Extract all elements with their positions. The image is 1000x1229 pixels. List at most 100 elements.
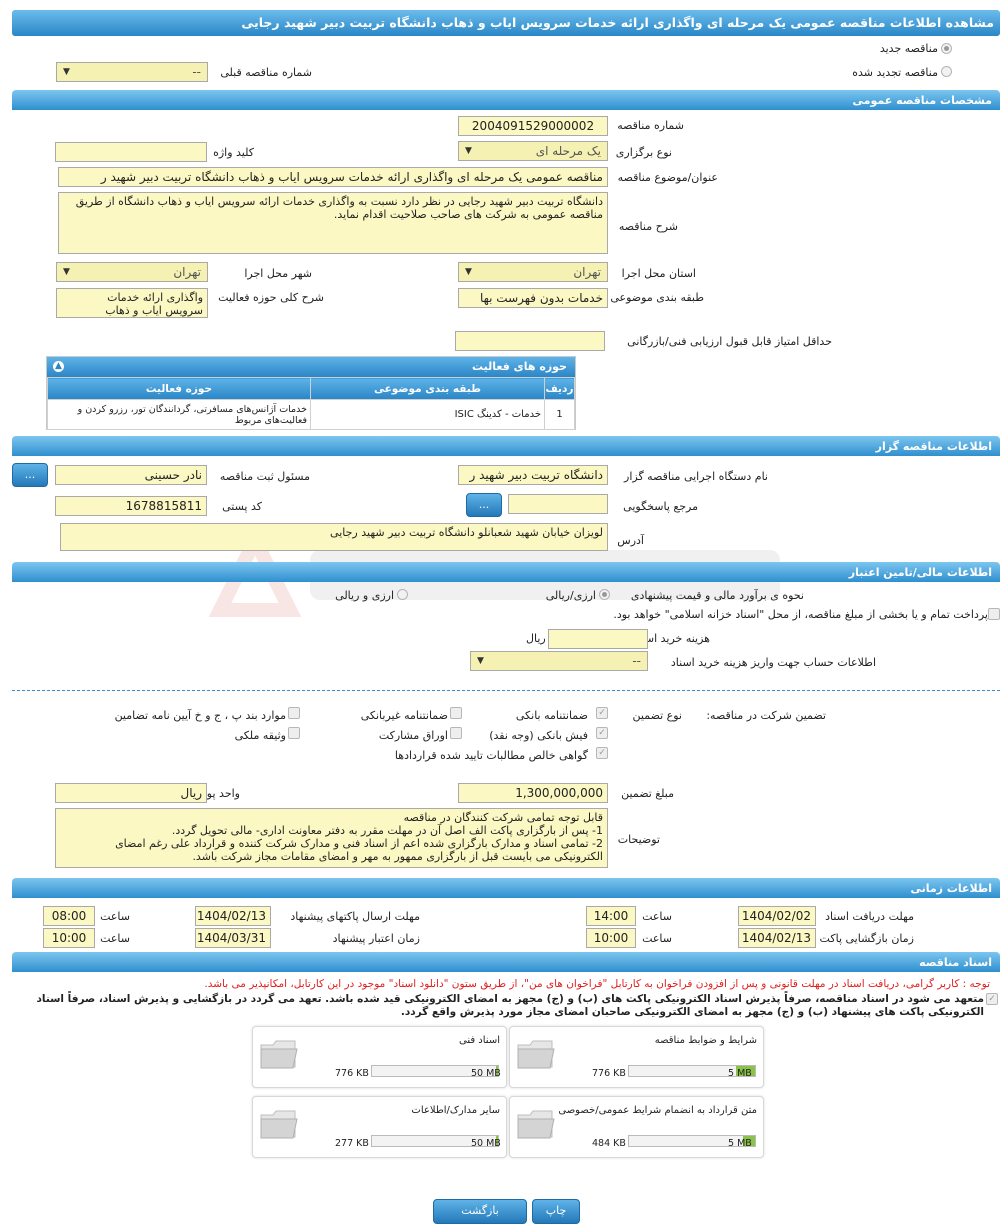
notes-field[interactable]: قابل توجه تمامی شرکت کنندگان در مناقصه 1… — [55, 808, 608, 868]
document-name: متن قرارداد به انضمام شرایط عمومی/خصوصی — [558, 1105, 757, 1116]
cash-checkbox[interactable]: ✓ — [596, 727, 608, 739]
prev-tender-select[interactable]: -- ▼ — [56, 62, 208, 82]
open-date-field[interactable]: 1404/02/13 — [738, 928, 816, 948]
validity-time-field[interactable]: 10:00 — [43, 928, 95, 948]
activity-desc-label: شرح کلی حوزه فعالیت — [218, 291, 324, 304]
radio-rial-label: ارزی/ریالی — [545, 589, 596, 602]
guarantee-type-label: نوع تضمین — [632, 709, 682, 722]
estimate-label: نحوه ی برآورد مالی و قیمت پیشنهادی — [630, 589, 804, 602]
chevron-down-icon: ▼ — [63, 267, 70, 277]
account-select[interactable]: -- ▼ — [470, 651, 648, 671]
desc-field[interactable]: دانشگاه تربیت دبیر شهید رجایی در نظر دار… — [58, 192, 608, 254]
province-select[interactable]: تهران ▼ — [458, 262, 608, 282]
activity-desc-field[interactable]: واگذاری ارائه خدمات سرویس ایاب و ذهاب — [56, 288, 208, 318]
folder-icon — [260, 1040, 298, 1069]
city-select[interactable]: تهران ▼ — [56, 262, 208, 282]
property-checkbox[interactable] — [288, 727, 300, 739]
bonds-checkbox[interactable] — [450, 727, 462, 739]
current-size: 776 KB — [335, 1068, 369, 1079]
activities-panel: حوزه های فعالیت ▲ ردیف طبقه بندی موضوعی … — [46, 356, 576, 430]
receive-date-field[interactable]: 1404/02/02 — [738, 906, 816, 926]
col-index: ردیف — [544, 377, 575, 400]
org-field[interactable]: دانشگاه تربیت دبیر شهید ر — [458, 465, 608, 485]
document-card[interactable]: متن قرارداد به انضمام شرایط عمومی/خصوصی 5… — [509, 1096, 764, 1158]
address-label: آدرس — [617, 534, 644, 547]
document-card[interactable]: اسناد فنی 50 MB 776 KB — [252, 1026, 507, 1088]
page-title: مشاهده اطلاعات مناقصه عمومی یک مرحله ای … — [12, 10, 1000, 36]
prev-tender-label: شماره مناقصه قبلی — [220, 66, 312, 79]
validity-date-field[interactable]: 1404/03/31 — [195, 928, 271, 948]
document-card[interactable]: سایر مدارک/اطلاعات 50 MB 277 KB — [252, 1096, 507, 1158]
postal-field[interactable]: 1678815811 — [55, 496, 207, 516]
document-card[interactable]: شرایط و ضوابط مناقصه 5 MB 776 KB — [509, 1026, 764, 1088]
address-field[interactable]: لویزان خیابان شهید شعبانلو دانشگاه تربیت… — [60, 523, 608, 551]
subject-field[interactable]: مناقصه عمومی یک مرحله ای واگذاری ارائه خ… — [58, 167, 608, 187]
row-category: خدمات - کدینگ ISIC — [310, 399, 545, 430]
current-size: 277 KB — [335, 1138, 369, 1149]
receive-time-field[interactable]: 14:00 — [586, 906, 636, 926]
holding-type-label: نوع برگزاری — [615, 146, 672, 159]
radio-renewed-label: مناقصه تجدید شده — [852, 66, 938, 79]
bpjk-label: موارد بند پ ، ج و خ آیین نامه تضامین — [114, 709, 286, 722]
document-name: اسناد فنی — [459, 1035, 500, 1046]
bank-guarantee-label: ضمانتنامه بانکی — [515, 709, 588, 722]
activities-table: ردیف طبقه بندی موضوعی حوزه فعالیت 1 خدما… — [47, 377, 575, 430]
claims-checkbox[interactable]: ✓ — [596, 747, 608, 759]
current-size: 776 KB — [592, 1068, 626, 1079]
radio-rial[interactable] — [599, 589, 610, 600]
radio-new-label: مناقصه جدید — [879, 42, 938, 55]
radio-new-tender[interactable] — [941, 43, 952, 54]
documents-header: اسناد مناقصه — [12, 952, 1000, 972]
max-size: 5 MB — [728, 1068, 752, 1079]
postal-label: کد پستی — [222, 500, 262, 513]
send-time-field[interactable]: 08:00 — [43, 906, 95, 926]
send-deadline-label: مهلت ارسال پاکتهای پیشنهاد — [290, 910, 420, 923]
tender-no-field[interactable]: 2004091529000002 — [458, 116, 608, 136]
min-score-field[interactable] — [455, 331, 605, 351]
document-name: سایر مدارک/اطلاعات — [411, 1105, 500, 1116]
registrar-label: مسئول ثبت مناقصه — [219, 470, 310, 483]
open-label: زمان بازگشایی پاکت ها — [806, 932, 914, 945]
finance-header: اطلاعات مالی/تامین اعتبار — [12, 562, 1000, 582]
receive-time-label: ساعت — [642, 910, 672, 923]
province-label: استان محل اجرا — [621, 267, 696, 280]
commitment-checkbox[interactable]: ✓ — [986, 993, 998, 1005]
radio-renewed-tender[interactable] — [941, 66, 952, 77]
folder-icon — [517, 1040, 555, 1069]
radio-fx[interactable] — [397, 589, 408, 600]
open-time-label: ساعت — [642, 932, 672, 945]
print-button[interactable]: چاپ — [532, 1199, 580, 1224]
treasury-label: پرداخت تمام و یا بخشی از مبلغ مناقصه، از… — [613, 608, 988, 621]
keyword-field[interactable] — [55, 142, 207, 162]
send-date-field[interactable]: 1404/02/13 — [195, 906, 271, 926]
current-size: 484 KB — [592, 1138, 626, 1149]
registrar-field[interactable]: نادر حسینی — [55, 465, 207, 485]
chevron-down-icon: ▼ — [465, 267, 472, 277]
holding-type-select[interactable]: یک مرحله ای ▼ — [458, 141, 608, 161]
open-time-field[interactable]: 10:00 — [586, 928, 636, 948]
col-category: طبقه بندی موضوعی — [310, 377, 545, 400]
registrar-more-button[interactable]: ... — [12, 463, 48, 487]
document-name: شرایط و ضوابط مناقصه — [654, 1035, 757, 1046]
doc-cost-unit: ریال — [526, 632, 546, 645]
bonds-label: اوراق مشارکت — [378, 729, 448, 742]
ref-field[interactable] — [508, 494, 608, 514]
treasury-checkbox[interactable] — [988, 608, 1000, 620]
amount-label: مبلغ تضمین — [621, 787, 674, 800]
bank-guarantee-checkbox[interactable]: ✓ — [596, 707, 608, 719]
category-field[interactable]: خدمات بدون فهرست بها — [458, 288, 608, 308]
timing-header: اطلاعات زمانی — [12, 878, 1000, 898]
back-button[interactable]: بازگشت — [433, 1199, 527, 1224]
col-field: حوزه فعالیت — [47, 377, 311, 400]
ref-more-button[interactable]: ... — [466, 493, 502, 517]
nonbank-guarantee-checkbox[interactable] — [450, 707, 462, 719]
min-score-label: حداقل امتیاز قابل قبول ارزیابی فنی/بازرگ… — [627, 335, 832, 348]
bpjk-checkbox[interactable] — [288, 707, 300, 719]
chevron-down-icon: ▼ — [477, 656, 484, 666]
collapse-icon[interactable]: ▲ — [53, 361, 64, 372]
currency-field[interactable]: ریال — [55, 783, 207, 803]
amount-field[interactable]: 1,300,000,000 — [458, 783, 608, 803]
doc-cost-field[interactable] — [548, 629, 648, 649]
notes-label: توضیحات — [617, 833, 660, 846]
tender-no-label: شماره مناقصه — [617, 119, 684, 132]
